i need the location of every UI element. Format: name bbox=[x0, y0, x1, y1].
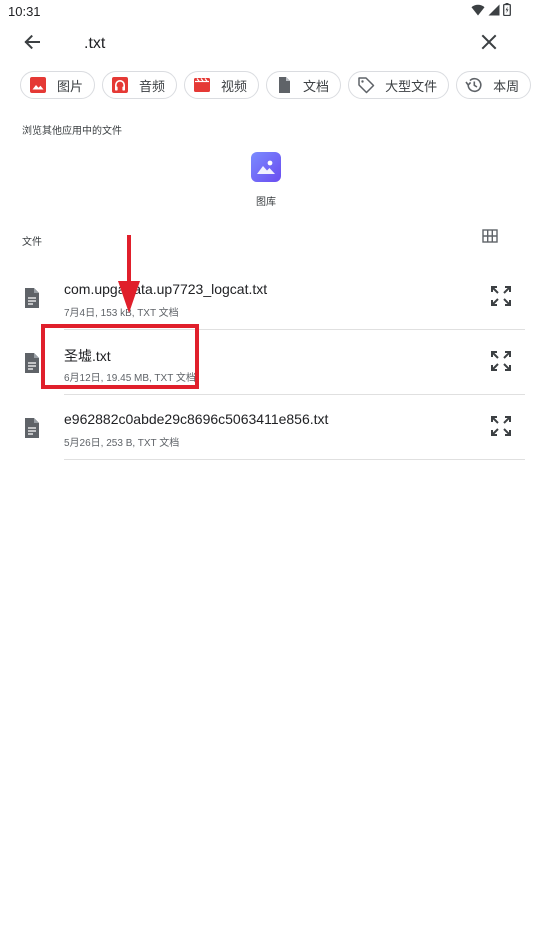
wifi-icon bbox=[471, 3, 485, 21]
section-title-other-apps: 浏览其他应用中的文件 bbox=[22, 126, 122, 137]
image-icon bbox=[29, 76, 47, 94]
close-icon bbox=[481, 34, 497, 55]
file-row[interactable]: com.upgadata.up7723_logcat.txt 7月4日, 153… bbox=[0, 265, 533, 330]
video-icon bbox=[193, 76, 211, 94]
arrow-left-icon bbox=[23, 33, 41, 56]
filter-chips: 图片 音频 视频 文档 大型文件 本周 bbox=[20, 71, 532, 99]
file-meta: 5月26日, 253 B, TXT 文档 bbox=[64, 438, 180, 449]
expand-icon bbox=[490, 415, 512, 442]
back-button[interactable] bbox=[18, 30, 46, 58]
signal-icon bbox=[488, 3, 500, 21]
battery-icon bbox=[503, 3, 511, 21]
file-meta: 7月4日, 153 kB, TXT 文档 bbox=[64, 308, 179, 319]
chip-this-week[interactable]: 本周 bbox=[456, 71, 532, 99]
row-divider bbox=[64, 459, 525, 460]
chip-videos[interactable]: 视频 bbox=[184, 71, 260, 99]
clear-search-button[interactable] bbox=[475, 30, 503, 58]
chip-label: 本周 bbox=[493, 78, 520, 94]
grid-view-toggle[interactable] bbox=[480, 228, 500, 248]
status-icons bbox=[471, 3, 511, 21]
headphones-icon bbox=[111, 76, 129, 94]
chip-label: 文档 bbox=[303, 78, 330, 94]
chip-images[interactable]: 图片 bbox=[20, 71, 96, 99]
search-input[interactable] bbox=[84, 30, 444, 58]
file-meta: 6月12日, 19.45 MB, TXT 文档 bbox=[64, 373, 196, 384]
file-document-icon bbox=[22, 352, 42, 374]
file-document-icon bbox=[22, 287, 42, 309]
grid-view-icon bbox=[482, 228, 498, 248]
file-name: com.upgadata.up7723_logcat.txt bbox=[64, 281, 268, 297]
file-document-icon bbox=[22, 417, 42, 439]
chip-label: 图片 bbox=[57, 78, 84, 94]
file-list: com.upgadata.up7723_logcat.txt 7月4日, 153… bbox=[0, 265, 533, 460]
file-name: 圣墟.txt bbox=[64, 348, 111, 364]
expand-icon bbox=[490, 285, 512, 312]
status-bar: 10:31 bbox=[0, 0, 533, 24]
chip-label: 大型文件 bbox=[385, 78, 438, 94]
status-time: 10:31 bbox=[8, 4, 41, 19]
gallery-icon bbox=[251, 152, 281, 182]
chip-label: 音频 bbox=[139, 78, 166, 94]
preview-button[interactable] bbox=[489, 350, 513, 377]
tag-icon bbox=[357, 76, 375, 94]
search-toolbar bbox=[0, 24, 533, 64]
file-row[interactable]: e962882c0abde29c8696c5063411e856.txt 5月2… bbox=[0, 395, 533, 460]
chip-label: 视频 bbox=[221, 78, 248, 94]
preview-button[interactable] bbox=[489, 285, 513, 312]
preview-button[interactable] bbox=[489, 415, 513, 442]
app-label: 图库 bbox=[256, 197, 276, 208]
document-icon bbox=[275, 76, 293, 94]
app-tile-gallery[interactable]: 图库 bbox=[246, 152, 286, 208]
chip-audio[interactable]: 音频 bbox=[102, 71, 178, 99]
history-icon bbox=[465, 76, 483, 94]
section-title-files: 文件 bbox=[22, 237, 42, 248]
chip-large-files[interactable]: 大型文件 bbox=[348, 71, 450, 99]
expand-icon bbox=[490, 350, 512, 377]
chip-documents[interactable]: 文档 bbox=[266, 71, 342, 99]
file-row[interactable]: 圣墟.txt 6月12日, 19.45 MB, TXT 文档 bbox=[0, 330, 533, 395]
file-name: e962882c0abde29c8696c5063411e856.txt bbox=[64, 411, 329, 427]
